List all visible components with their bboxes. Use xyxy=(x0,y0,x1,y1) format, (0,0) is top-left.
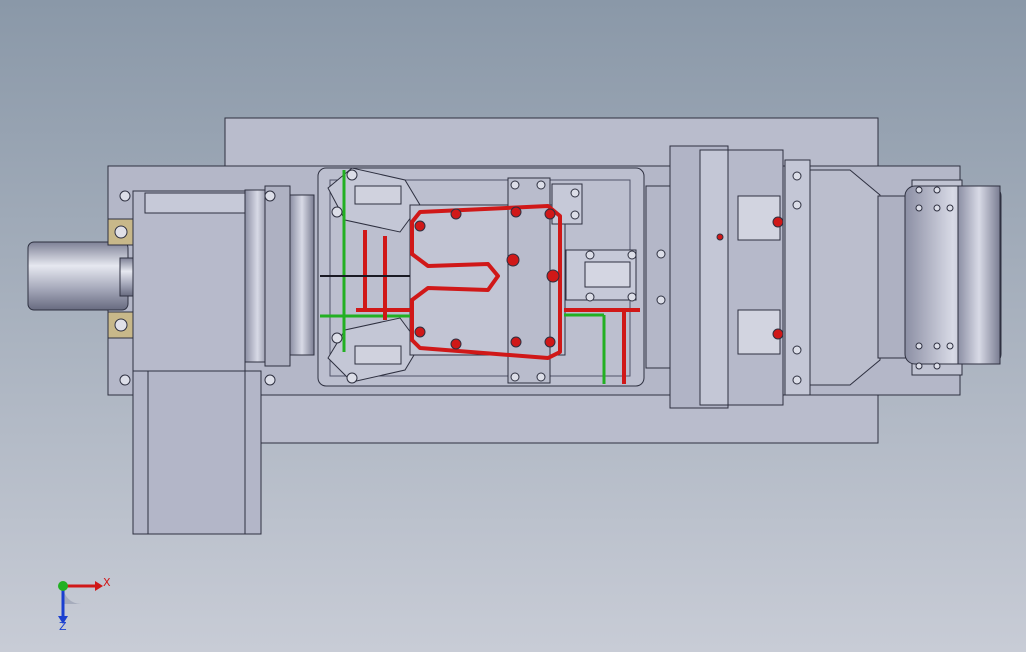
motor-body xyxy=(132,370,262,535)
fixture-assembly-model[interactable] xyxy=(0,0,1026,652)
axis-triad-graphic xyxy=(58,581,103,624)
cad-graphics-viewport[interactable]: X Z xyxy=(0,0,1026,652)
spindle-cylinder xyxy=(27,241,129,311)
axis-triad: X Z xyxy=(45,570,125,640)
z-axis-label: Z xyxy=(59,620,67,633)
gearbox-housing xyxy=(132,190,246,372)
x-axis-label: X xyxy=(103,576,111,589)
